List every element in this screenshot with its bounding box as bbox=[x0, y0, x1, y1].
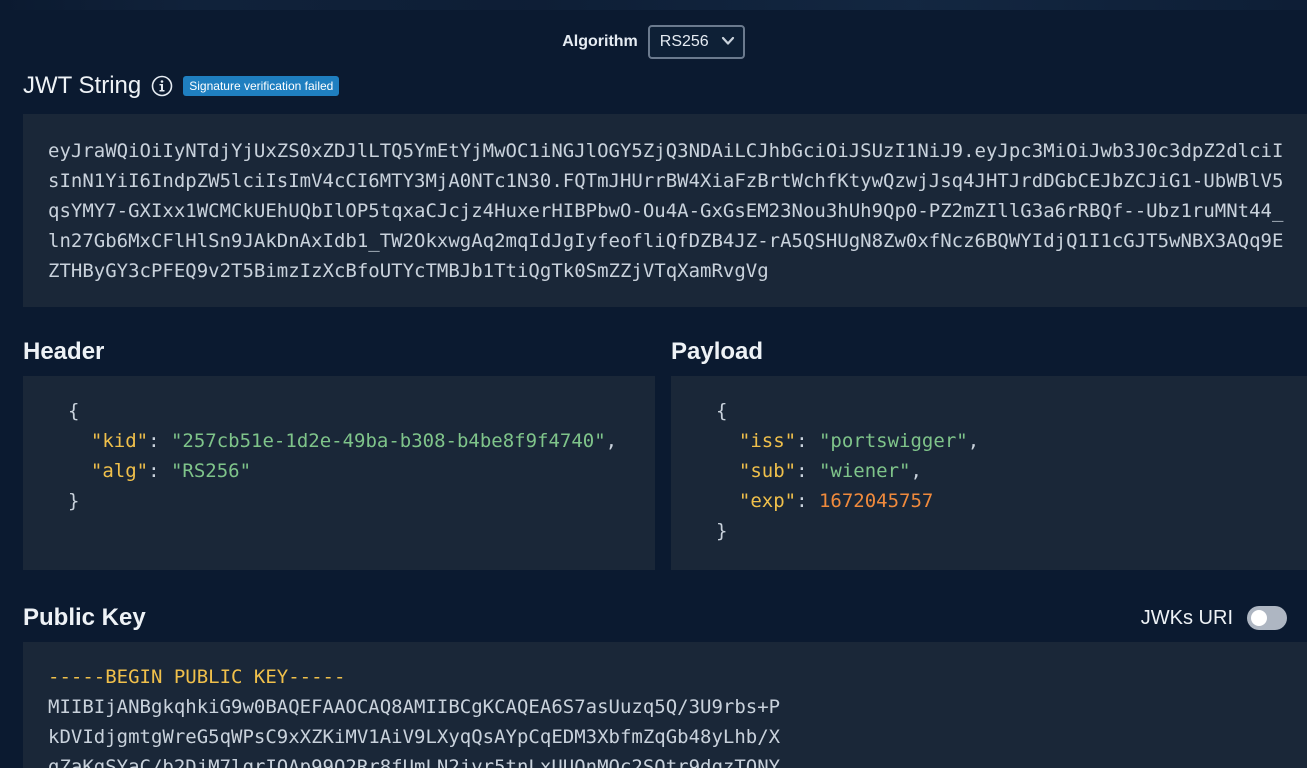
payload-title: Payload bbox=[671, 338, 764, 365]
jwks-uri-toggle[interactable] bbox=[1247, 606, 1287, 630]
jwks-uri-toggle-row: JWKs URI bbox=[1141, 606, 1287, 630]
payload-exp-key: "exp" bbox=[738, 490, 797, 512]
top-decoration bbox=[0, 0, 1307, 10]
payload-open-brace: { bbox=[716, 400, 728, 422]
jwt-token-text[interactable]: eyJraWQiOiIyNTdjYjUxZS0xZDJlLTQ5YmEtYjMw… bbox=[48, 136, 1288, 286]
header-alg-key: "alg" bbox=[90, 460, 149, 482]
payload-exp-line: "exp": 1672045757 bbox=[738, 490, 934, 512]
payload-close-brace: } bbox=[716, 520, 728, 542]
header-open-brace: { bbox=[68, 400, 80, 422]
algorithm-value: RS256 bbox=[659, 33, 709, 50]
payload-iss-line: "iss": "portswigger", bbox=[738, 430, 980, 452]
header-alg-value: "RS256" bbox=[170, 460, 252, 482]
header-title: Header bbox=[23, 338, 105, 365]
payload-iss-key: "iss" bbox=[738, 430, 797, 452]
public-key-begin-line: -----BEGIN PUBLIC KEY----- bbox=[48, 666, 346, 688]
jwt-string-title: JWT String bbox=[23, 72, 142, 99]
payload-panel[interactable]: { "iss": "portswigger", "sub": "wiener",… bbox=[671, 376, 1307, 570]
algorithm-row: Algorithm RS256 bbox=[0, 24, 1307, 60]
payload-sub-key: "sub" bbox=[738, 460, 797, 482]
algorithm-label: Algorithm bbox=[562, 33, 638, 50]
signature-status-badge: Signature verification failed bbox=[183, 76, 340, 96]
header-close-brace: } bbox=[68, 490, 80, 512]
payload-iss-value: "portswigger" bbox=[818, 430, 968, 452]
info-icon[interactable] bbox=[151, 75, 173, 97]
header-panel[interactable]: { "kid": "257cb51e-1d2e-49ba-b308-b4be8f… bbox=[23, 376, 655, 570]
toggle-knob bbox=[1251, 610, 1267, 626]
public-key-panel[interactable]: -----BEGIN PUBLIC KEY----- MIIBIjANBgkqh… bbox=[23, 642, 1307, 768]
public-key-line: MIIBIjANBgkqhkiG9w0BAQEFAAOCAQ8AMIIBCgKC… bbox=[48, 696, 781, 718]
public-key-line: gZaKgSYaC/b2DjM7lqrIOAp99O2Rr8fUmLN2jvr5… bbox=[48, 756, 781, 768]
jwt-title-row: JWT String Signature verification failed bbox=[23, 72, 340, 100]
payload-sub-value: "wiener" bbox=[818, 460, 911, 482]
public-key-title: Public Key bbox=[23, 604, 146, 631]
header-alg-line: "alg": "RS256" bbox=[90, 460, 252, 482]
header-kid-line: "kid": "257cb51e-1d2e-49ba-b308-b4be8f9f… bbox=[90, 430, 618, 452]
jwt-string-panel[interactable]: eyJraWQiOiIyNTdjYjUxZS0xZDJlLTQ5YmEtYjMw… bbox=[23, 114, 1307, 307]
public-key-line: kDVIdjgmtgWreG5qWPsC9xXZKiMV1AiV9LXyqQsA… bbox=[48, 726, 781, 748]
payload-exp-value: 1672045757 bbox=[818, 490, 934, 512]
payload-sub-line: "sub": "wiener", bbox=[738, 460, 922, 482]
header-kid-key: "kid" bbox=[90, 430, 149, 452]
algorithm-select[interactable]: RS256 bbox=[647, 25, 745, 59]
header-kid-value: "257cb51e-1d2e-49ba-b308-b4be8f9f4740" bbox=[170, 430, 606, 452]
jwks-uri-label: JWKs URI bbox=[1140, 606, 1233, 629]
chevron-down-icon bbox=[721, 36, 734, 45]
